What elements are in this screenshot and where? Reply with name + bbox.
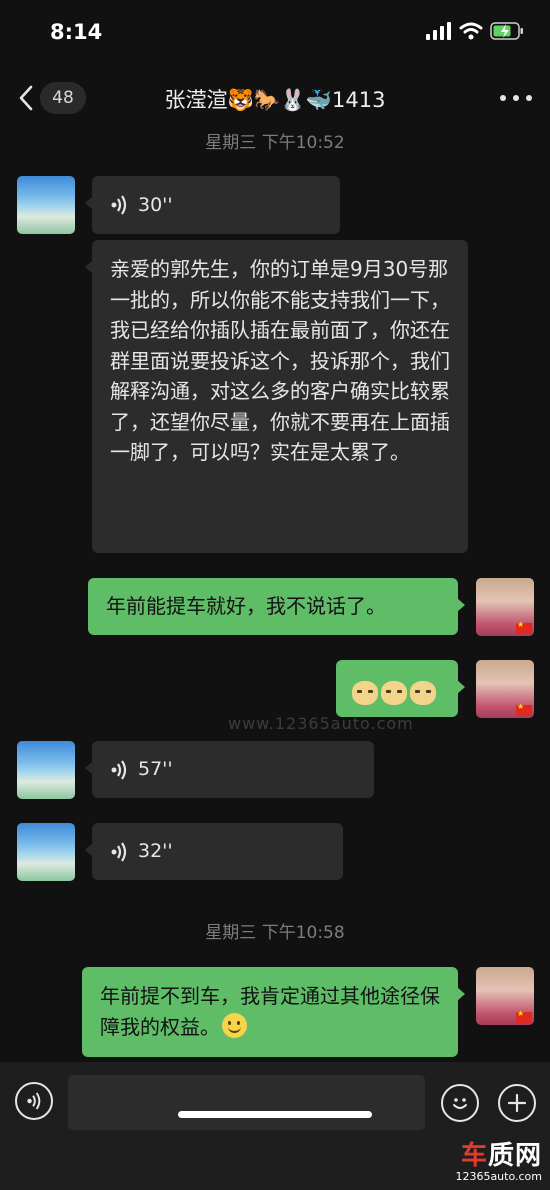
- plus-icon: [507, 1093, 527, 1113]
- message-input[interactable]: [68, 1075, 425, 1130]
- status-bar: 8:14: [0, 0, 550, 70]
- contact-avatar[interactable]: [17, 176, 75, 234]
- voice-wave-icon: [111, 759, 127, 780]
- voice-duration: 32'': [138, 840, 173, 863]
- voice-wave-icon: [111, 841, 127, 862]
- timestamp: 星期三 下午10:52: [205, 133, 345, 153]
- text-message-bubble[interactable]: 年前能提车就好，我不说话了。: [88, 578, 465, 635]
- smiley-icon: [453, 1098, 467, 1109]
- home-indicator[interactable]: [178, 1111, 372, 1118]
- more-dot-icon: [513, 95, 519, 101]
- message-list: www.12365auto.com 星期三 下午10:52 30'' 亲爱的郭先…: [0, 126, 550, 1062]
- voice-message: 57'': [92, 741, 374, 798]
- emoji-message-bubble[interactable]: [336, 660, 465, 717]
- contact-avatar[interactable]: [17, 741, 75, 799]
- message-text: 年前提不到车，我肯定通过其他途径保障我的权益。: [100, 984, 440, 1039]
- chat-header: 48 张滢渲🐯🐎🐰🐳1413: [0, 70, 550, 126]
- voice-duration: 30'': [138, 193, 173, 216]
- voice-input-button[interactable]: [15, 1082, 53, 1120]
- voice-message-bubble[interactable]: 30'': [85, 176, 340, 234]
- smile-emoji-icon: [222, 1012, 247, 1038]
- voice-message-bubble[interactable]: 32'': [85, 823, 343, 880]
- cellular-signal-icon: [426, 22, 451, 40]
- doge-emoji-icon: [410, 680, 436, 705]
- voice-duration: 57'': [138, 758, 173, 781]
- more-options-button[interactable]: [500, 86, 532, 110]
- unread-count-badge: 48: [40, 82, 86, 114]
- flag-icon: [516, 702, 532, 716]
- voice-wave-icon: [27, 1092, 41, 1110]
- watermark-brand-b: 质网: [487, 1141, 542, 1171]
- doge-emoji-icon: [352, 680, 378, 705]
- my-avatar[interactable]: [476, 660, 534, 718]
- text-message-bubble[interactable]: 年前提不到车，我肯定通过其他途径保障我的权益。: [82, 967, 465, 1057]
- flag-icon: [516, 1009, 532, 1023]
- voice-message: 30'': [92, 176, 340, 234]
- watermark-url: 12365auto.com: [455, 1170, 542, 1183]
- message-text: 亲爱的郭先生，你的订单是9月30号那一批的，所以你能不能支持我们一下，我已经给你…: [110, 257, 450, 464]
- text-message-bubble[interactable]: 亲爱的郭先生，你的订单是9月30号那一批的，所以你能不能支持我们一下，我已经给你…: [85, 240, 468, 553]
- chat-title: 张滢渲🐯🐎🐰🐳1413: [164, 88, 386, 112]
- doge-emoji-icon: [381, 680, 407, 705]
- voice-message: 32'': [92, 823, 343, 880]
- voice-wave-icon: [111, 195, 127, 215]
- chevron-left-icon: [19, 85, 33, 111]
- timestamp: 星期三 下午10:58: [205, 923, 345, 943]
- watermark-logo: 车质网 12365auto.com: [455, 1142, 542, 1184]
- emoji-button[interactable]: [441, 1084, 479, 1122]
- my-avatar[interactable]: [476, 578, 534, 636]
- watermark-brand-a: 车: [460, 1141, 488, 1171]
- message-text: 年前能提车就好，我不说话了。: [106, 594, 386, 618]
- status-time: 8:14: [50, 20, 103, 44]
- status-icons: [426, 22, 524, 40]
- contact-avatar[interactable]: [17, 823, 75, 881]
- wifi-icon: [459, 22, 483, 40]
- voice-message-bubble[interactable]: 57'': [85, 741, 374, 798]
- back-button[interactable]: 48: [18, 80, 94, 116]
- more-functions-button[interactable]: [498, 1084, 536, 1122]
- my-avatar[interactable]: [476, 967, 534, 1025]
- more-dot-icon: [500, 95, 506, 101]
- battery-charging-icon: [490, 22, 523, 40]
- more-dot-icon: [526, 95, 532, 101]
- flag-icon: [516, 620, 532, 634]
